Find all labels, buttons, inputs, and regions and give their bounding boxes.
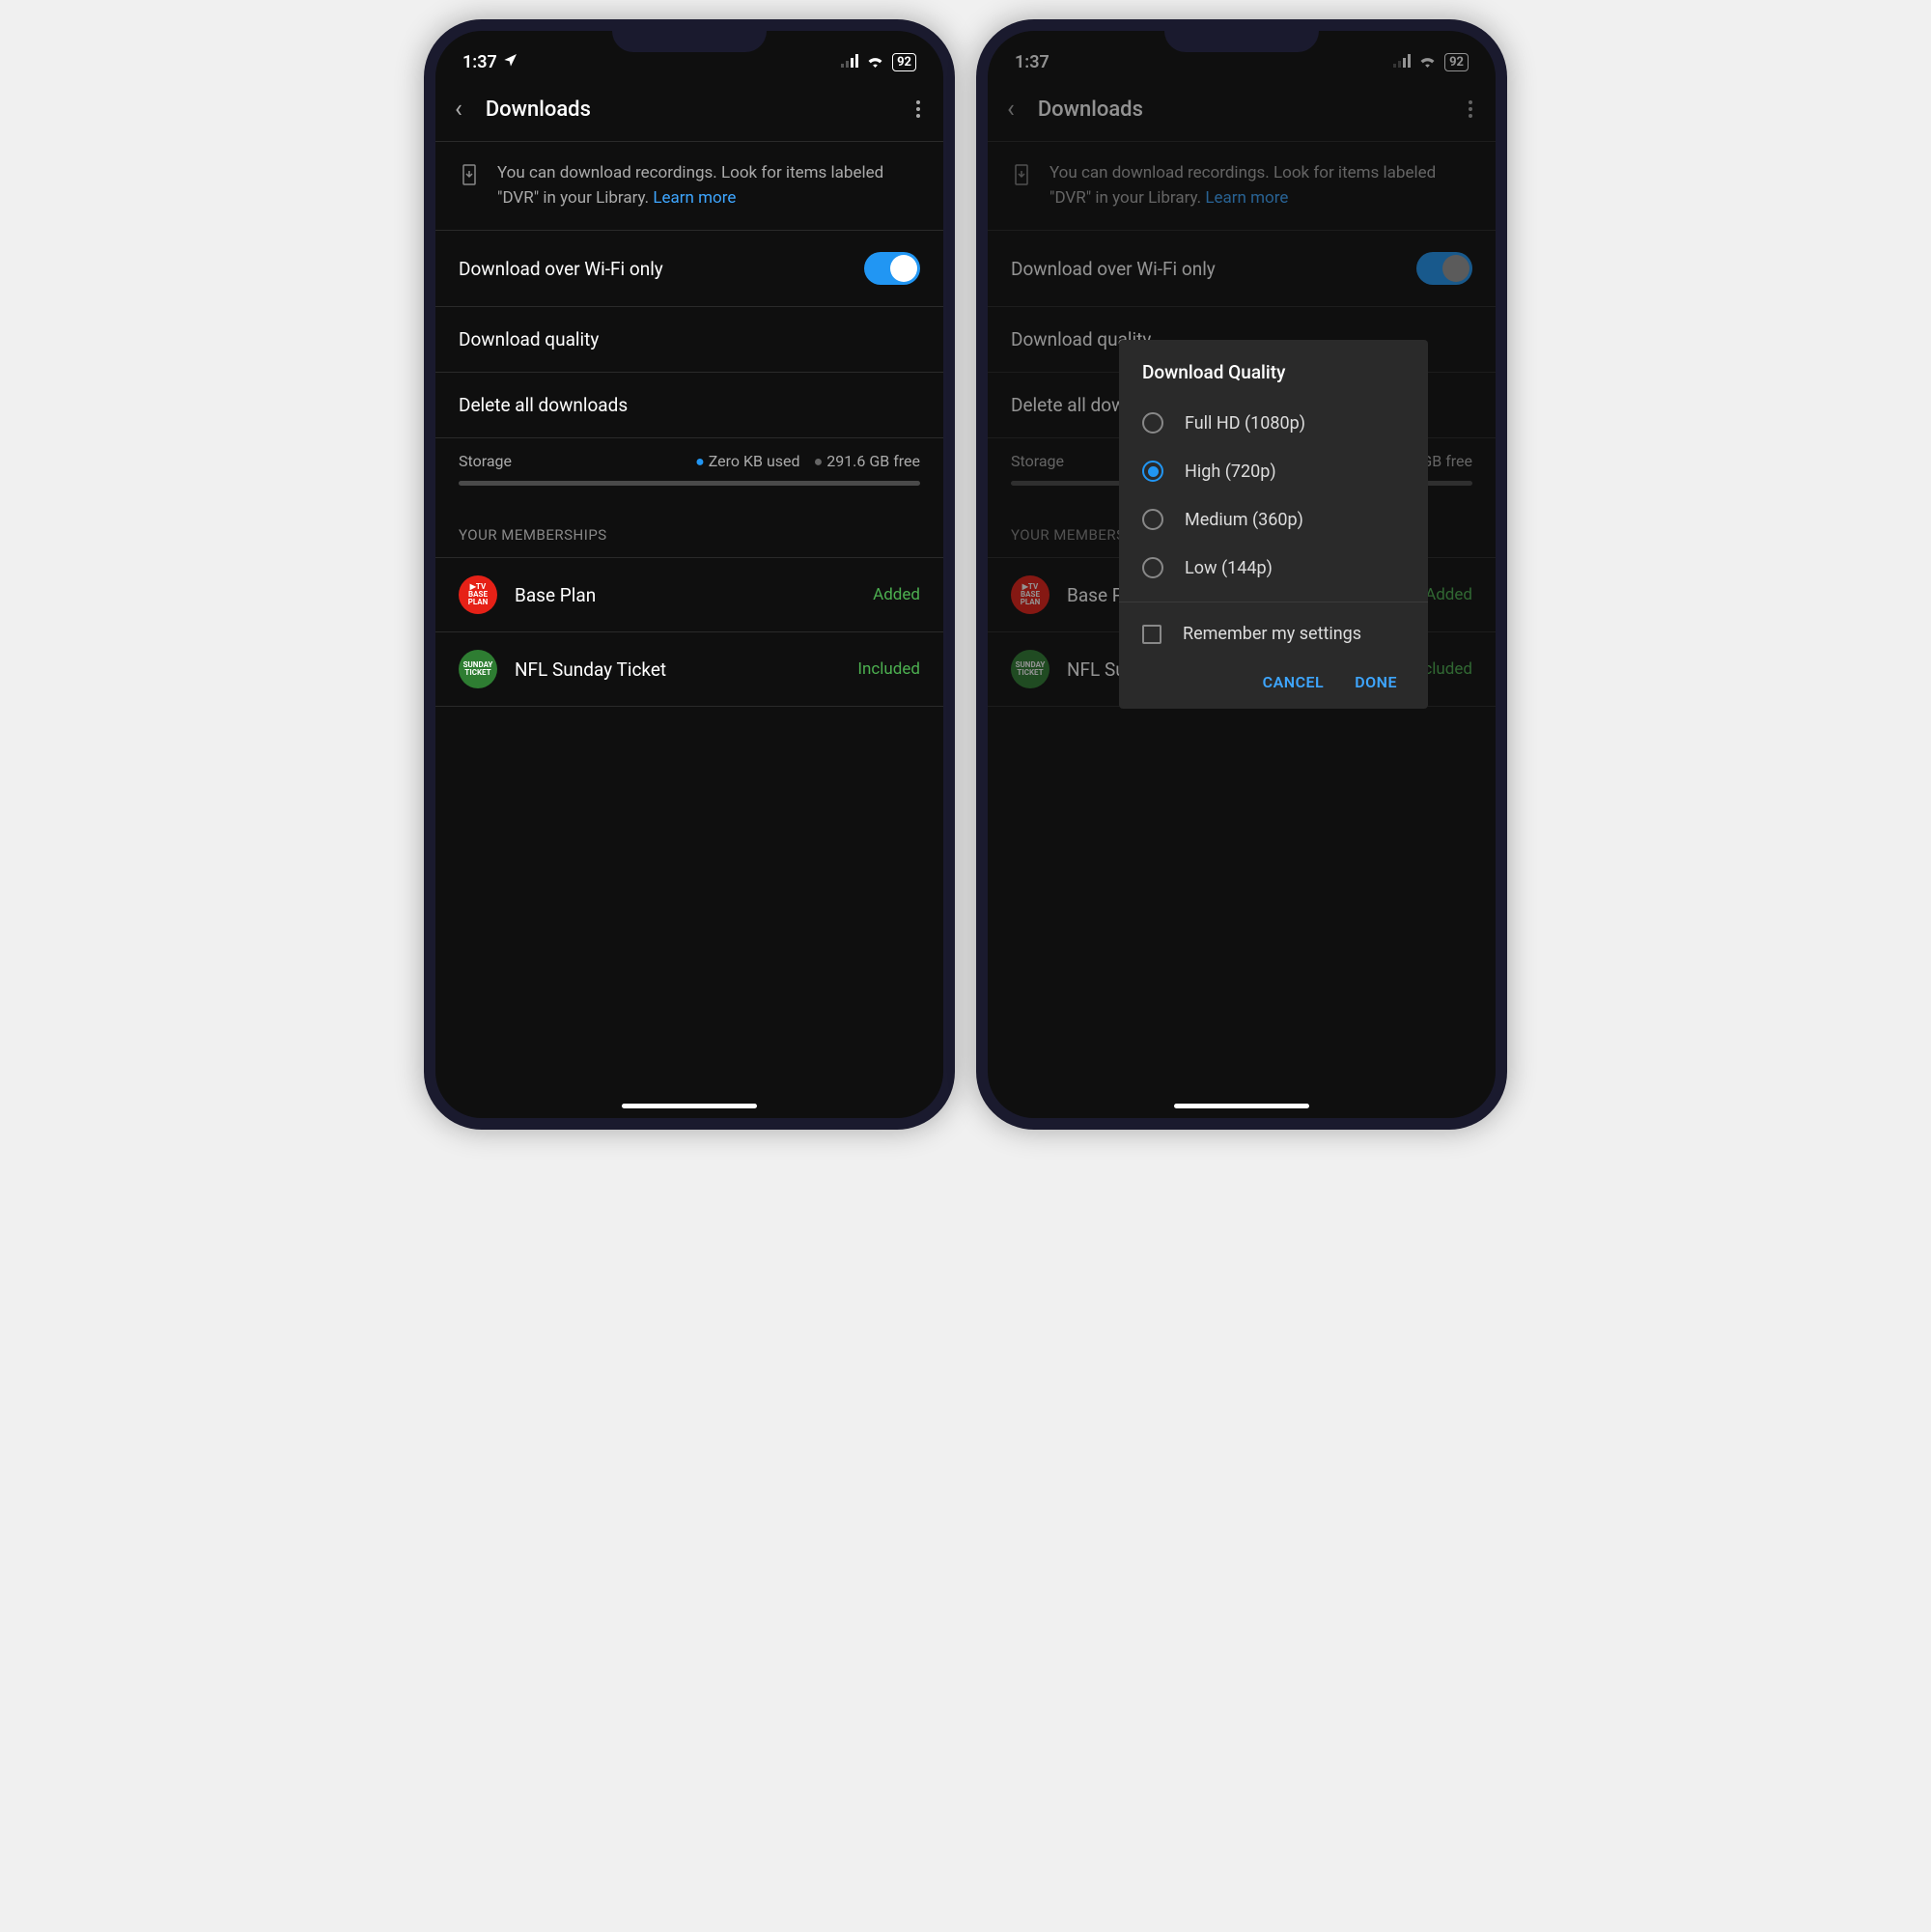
membership-status: Included	[857, 659, 920, 679]
wifi-only-toggle	[1416, 252, 1472, 285]
remember-label: Remember my settings	[1183, 624, 1361, 644]
wifi-only-row[interactable]: Download over Wi-Fi only	[435, 231, 943, 307]
storage-free: 291.6 GB free	[814, 452, 920, 471]
delete-downloads-row[interactable]: Delete all downloads	[435, 373, 943, 438]
done-button[interactable]: DONE	[1355, 673, 1397, 691]
signal-icon	[841, 52, 860, 72]
home-indicator[interactable]	[622, 1104, 757, 1108]
notch	[1164, 19, 1319, 52]
download-icon	[1011, 161, 1032, 210]
download-quality-dialog: Download Quality Full HD (1080p) High (7…	[1119, 340, 1428, 709]
screen: 1:37 92 ‹ Downloads	[435, 31, 943, 1118]
menu-dots-icon	[1465, 97, 1476, 122]
membership-row-base[interactable]: ▶TVBASEPLAN Base Plan Added	[435, 558, 943, 632]
location-icon	[503, 52, 518, 72]
download-quality-row[interactable]: Download quality	[435, 307, 943, 373]
wifi-only-label: Download over Wi-Fi only	[459, 258, 663, 280]
notch	[612, 19, 767, 52]
back-icon: ‹	[1007, 95, 1015, 124]
storage-label: Storage	[459, 452, 512, 471]
status-time: 1:37	[1015, 52, 1049, 72]
screen: 1:37 92 ‹ Downloads	[988, 31, 1496, 1118]
checkbox-icon	[1142, 625, 1161, 644]
signal-icon	[1393, 52, 1413, 72]
membership-name: Base Plan	[515, 584, 596, 606]
delete-downloads-label: Delete all downloads	[459, 394, 628, 416]
info-banner: You can download recordings. Look for it…	[988, 142, 1496, 231]
quality-option-360p[interactable]: Medium (360p)	[1119, 495, 1428, 544]
wifi-icon	[866, 52, 884, 72]
home-indicator[interactable]	[1174, 1104, 1309, 1108]
battery-level: 92	[1444, 53, 1469, 71]
learn-more-link[interactable]: Learn more	[653, 188, 736, 208]
base-plan-icon: ▶TVBASEPLAN	[1011, 575, 1049, 614]
info-text: You can download recordings. Look for it…	[1049, 161, 1472, 210]
info-text: You can download recordings. Look for it…	[497, 161, 920, 210]
dialog-title: Download Quality	[1119, 361, 1428, 399]
quality-label: Low (144p)	[1185, 558, 1273, 578]
download-quality-label: Download quality	[459, 328, 599, 350]
radio-icon	[1142, 509, 1163, 530]
membership-status: Added	[1425, 585, 1472, 604]
membership-name: NFL Sunday Ticket	[515, 658, 666, 681]
quality-label: Medium (360p)	[1185, 510, 1303, 530]
status-time: 1:37	[462, 52, 497, 72]
wifi-icon	[1418, 52, 1437, 72]
back-icon[interactable]: ‹	[455, 95, 462, 124]
radio-icon-selected	[1142, 461, 1163, 482]
cancel-button[interactable]: CANCEL	[1263, 673, 1325, 691]
info-banner: You can download recordings. Look for it…	[435, 142, 943, 231]
memberships-header: YOUR MEMBERSHIPS	[435, 513, 943, 558]
nfl-ticket-icon: SUNDAYTICKET	[1011, 650, 1049, 688]
nav-bar: ‹ Downloads	[435, 79, 943, 142]
quality-option-720p[interactable]: High (720p)	[1119, 447, 1428, 495]
wifi-only-row: Download over Wi-Fi only	[988, 231, 1496, 307]
battery-level: 92	[892, 53, 916, 71]
quality-option-1080p[interactable]: Full HD (1080p)	[1119, 399, 1428, 447]
membership-status: Added	[873, 585, 920, 604]
radio-icon	[1142, 412, 1163, 434]
wifi-only-toggle[interactable]	[864, 252, 920, 285]
storage-label: Storage	[1011, 452, 1064, 471]
learn-more-link: Learn more	[1205, 188, 1288, 208]
wifi-only-label: Download over Wi-Fi only	[1011, 258, 1216, 280]
phone-right: 1:37 92 ‹ Downloads	[976, 19, 1507, 1130]
radio-icon	[1142, 557, 1163, 578]
base-plan-icon: ▶TVBASEPLAN	[459, 575, 497, 614]
quality-option-144p[interactable]: Low (144p)	[1119, 544, 1428, 592]
page-title: Downloads	[486, 98, 591, 122]
storage-used: Zero KB used	[695, 452, 799, 471]
quality-label: Full HD (1080p)	[1185, 413, 1305, 434]
phone-left: 1:37 92 ‹ Downloads	[424, 19, 955, 1130]
page-title: Downloads	[1038, 98, 1143, 122]
menu-dots-icon[interactable]	[912, 97, 924, 122]
membership-row-nfl[interactable]: SUNDAYTICKET NFL Sunday Ticket Included	[435, 632, 943, 707]
remember-settings-row[interactable]: Remember my settings	[1119, 612, 1428, 656]
storage-row: Storage Zero KB used 291.6 GB free	[435, 438, 943, 481]
nfl-ticket-icon: SUNDAYTICKET	[459, 650, 497, 688]
nav-bar: ‹ Downloads	[988, 79, 1496, 142]
download-icon	[459, 161, 480, 210]
quality-label: High (720p)	[1185, 462, 1276, 482]
storage-bar	[459, 481, 920, 486]
